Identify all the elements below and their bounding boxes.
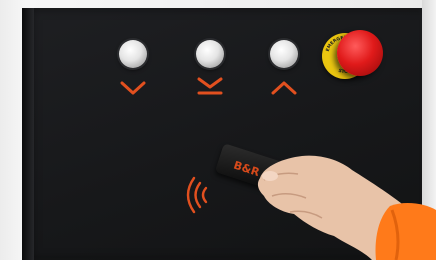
jog-up-button[interactable] bbox=[270, 40, 298, 68]
jog-down-button[interactable] bbox=[119, 40, 147, 68]
orange-sleeve bbox=[375, 203, 436, 260]
chevron-down-icon bbox=[120, 81, 146, 95]
move-to-bottom-button[interactable] bbox=[196, 40, 224, 68]
panel-edge bbox=[22, 8, 34, 260]
emergency-stop-button[interactable] bbox=[337, 30, 383, 76]
down-to-line-icon bbox=[197, 77, 223, 95]
chevron-up-icon bbox=[271, 81, 297, 95]
nfc-signal-icon bbox=[186, 176, 208, 214]
